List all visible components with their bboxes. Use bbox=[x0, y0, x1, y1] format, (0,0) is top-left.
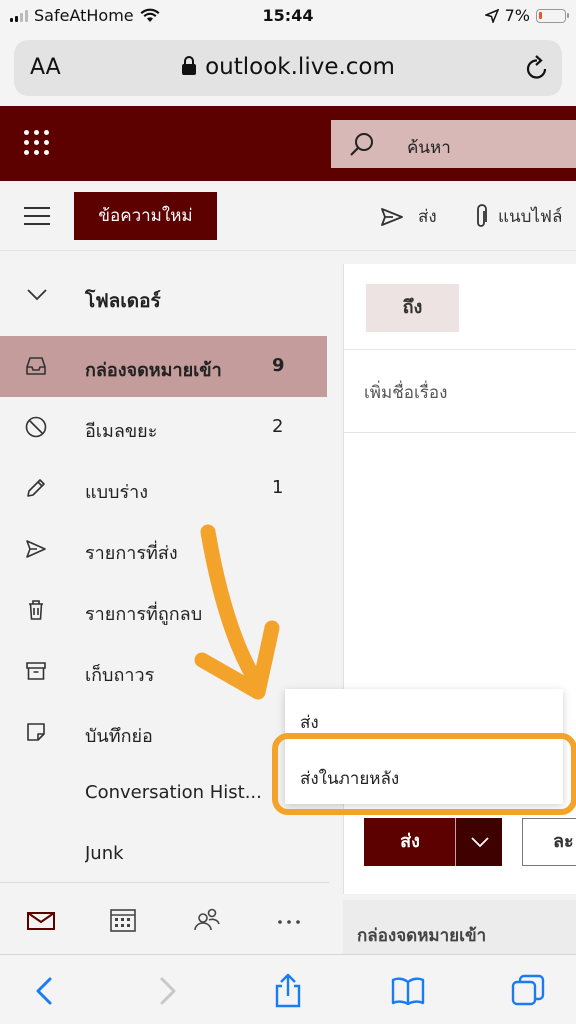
inbox-bar[interactable]: กล่องจดหมายเข้า bbox=[343, 900, 576, 960]
inbox-bar-label: กล่องจดหมายเข้า bbox=[357, 926, 487, 946]
folders-heading: โฟลเดอร์ bbox=[85, 290, 161, 312]
note-icon bbox=[27, 723, 45, 741]
attach-button[interactable]: แนบไฟล์ bbox=[474, 203, 562, 230]
app-launcher-icon[interactable] bbox=[24, 130, 50, 156]
junk-icon bbox=[25, 416, 47, 438]
share-icon[interactable] bbox=[270, 973, 306, 1009]
battery-percent: 7% bbox=[504, 6, 530, 25]
attach-label: แนบไฟล์ bbox=[498, 207, 563, 227]
folder-label: กล่องจดหมายเข้า bbox=[85, 360, 222, 381]
chevron-down-icon bbox=[27, 289, 47, 301]
battery-icon bbox=[536, 8, 569, 23]
browser-url-area: AA outlook.live.com bbox=[0, 34, 576, 106]
lock-icon bbox=[182, 56, 197, 75]
folder-junk-en[interactable]: Junk bbox=[0, 824, 327, 885]
folder-label: เก็บถาวร bbox=[85, 665, 155, 686]
folder-inbox[interactable]: กล่องจดหมายเข้า 9 bbox=[0, 336, 327, 397]
calendar-icon[interactable] bbox=[108, 907, 138, 933]
archive-icon bbox=[26, 662, 46, 680]
send-button[interactable]: ส่ง bbox=[364, 818, 456, 866]
browser-toolbar bbox=[0, 954, 576, 1024]
outlook-header: ค้นหา bbox=[0, 106, 576, 181]
unread-count: 2 bbox=[272, 416, 284, 437]
folder-label: บันทึกย่อ bbox=[85, 726, 153, 747]
mail-icon[interactable] bbox=[26, 907, 56, 933]
folder-junk[interactable]: อีเมลขยะ 2 bbox=[0, 397, 327, 458]
divider bbox=[344, 432, 576, 433]
annotation-arrow bbox=[194, 524, 280, 700]
folder-label: อีเมลขยะ bbox=[85, 421, 158, 442]
address-field[interactable]: outlook.live.com bbox=[14, 54, 562, 80]
module-switcher bbox=[0, 882, 329, 954]
to-button[interactable]: ถึง bbox=[366, 284, 459, 332]
url-bar[interactable]: AA outlook.live.com bbox=[14, 40, 562, 96]
new-message-button[interactable]: ข้อความใหม่ bbox=[74, 192, 217, 240]
inbox-icon bbox=[26, 357, 46, 375]
folder-label: รายการที่ส่ง bbox=[85, 543, 178, 564]
command-bar: ข้อความใหม่ ส่ง แนบไฟล์ bbox=[0, 181, 576, 251]
toolbar-send-button[interactable]: ส่ง bbox=[380, 203, 437, 230]
pencil-icon bbox=[27, 479, 45, 497]
paperclip-icon bbox=[477, 203, 487, 227]
url-text: outlook.live.com bbox=[205, 54, 395, 80]
folder-label: แบบร่าง bbox=[85, 482, 149, 503]
search-placeholder: ค้นหา bbox=[407, 138, 451, 158]
status-right: 7% bbox=[484, 6, 569, 25]
send-options-button[interactable] bbox=[455, 818, 502, 866]
search-icon bbox=[350, 133, 373, 156]
annotation-highlight bbox=[272, 733, 576, 815]
folder-label: Junk bbox=[85, 843, 124, 864]
search-box[interactable]: ค้นหา bbox=[331, 120, 576, 168]
discard-button[interactable]: ละ bbox=[522, 818, 576, 866]
toolbar-send-label: ส่ง bbox=[418, 207, 437, 227]
more-icon[interactable] bbox=[274, 907, 304, 933]
draft-count: 1 bbox=[272, 477, 284, 498]
bookmarks-icon[interactable] bbox=[390, 973, 426, 1009]
subject-field[interactable]: เพิ่มชื่อเรื่อง bbox=[364, 379, 447, 406]
chevron-down-icon bbox=[471, 837, 489, 848]
folders-header[interactable]: โฟลเดอร์ bbox=[0, 276, 329, 320]
forward-icon[interactable] bbox=[148, 973, 184, 1009]
menu-icon[interactable] bbox=[24, 207, 50, 225]
unread-count: 9 bbox=[272, 355, 285, 376]
tabs-icon[interactable] bbox=[510, 973, 546, 1009]
back-icon[interactable] bbox=[28, 973, 64, 1009]
location-icon bbox=[484, 8, 499, 23]
status-bar: SafeAtHome 15:44 7% bbox=[0, 0, 576, 34]
people-icon[interactable] bbox=[192, 907, 222, 933]
reload-icon[interactable] bbox=[524, 54, 550, 82]
trash-icon bbox=[29, 600, 43, 620]
send-icon bbox=[381, 207, 403, 226]
folder-label: Conversation Hist... bbox=[85, 782, 262, 803]
menu-item-send[interactable]: ส่ง bbox=[300, 709, 319, 736]
send-icon bbox=[26, 540, 46, 558]
divider bbox=[344, 349, 576, 350]
